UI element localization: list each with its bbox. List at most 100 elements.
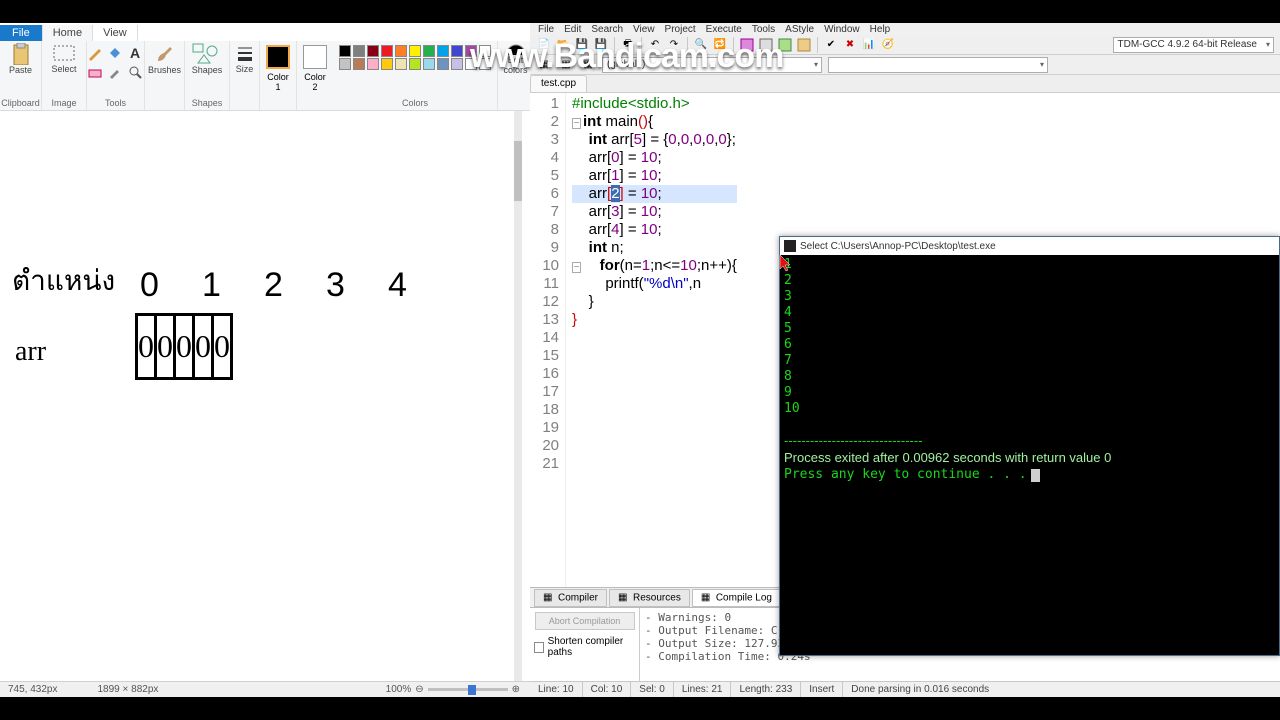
array-indices: 01234 [140,266,418,305]
scope-select[interactable]: (globals) [602,57,822,73]
color-swatch[interactable] [395,58,407,70]
color1-button[interactable]: Color 1 [266,43,290,92]
profile-icon[interactable]: 📊 [861,37,877,53]
open-icon[interactable]: 📂 [555,37,571,53]
zoom-in-icon[interactable]: ⊕ [512,684,520,695]
edit-colors-button[interactable]: Edit colors [500,43,532,75]
color2-button[interactable]: Color 2 [303,43,327,92]
color-swatch[interactable] [367,58,379,70]
tab-home[interactable]: Home [43,25,93,41]
zoom-control[interactable]: 100% ⊖ ⊕ [386,684,520,695]
color-swatch[interactable] [423,45,435,57]
menu-execute[interactable]: Execute [706,24,742,35]
brushes-button[interactable]: Brushes [149,43,181,75]
color-swatch[interactable] [395,45,407,57]
stop-icon[interactable]: ✖ [842,37,858,53]
brushes-label: Brushes [148,65,181,75]
group-colors-label: Colors [402,98,428,110]
svg-text:A: A [130,45,140,61]
color-swatch[interactable] [339,45,351,57]
debug-icon[interactable]: ✔ [823,37,839,53]
output-tab-resources[interactable]: ▦Resources [609,589,690,607]
menu-view[interactable]: View [633,24,655,35]
undo-icon[interactable]: ↶ [647,37,663,53]
color-swatch[interactable] [367,45,379,57]
color-swatch[interactable] [409,45,421,57]
color-swatch[interactable] [479,45,491,57]
toolbar-scope: ▦ ▦ ▦ (globals) [530,55,1280,75]
shapes-button[interactable]: Shapes [191,43,223,75]
tab-view[interactable]: View [93,25,138,41]
console-output: 1 2 3 4 5 6 7 8 9 10 -------------------… [780,255,1279,485]
color-swatch[interactable] [423,58,435,70]
color-swatch[interactable] [353,58,365,70]
menu-tools[interactable]: Tools [752,24,775,35]
group-tools-label: Tools [105,98,126,110]
paste-button[interactable]: Paste [5,43,37,75]
print-icon[interactable]: 🖶 [620,37,636,53]
menu-window[interactable]: Window [824,24,860,35]
color-swatch[interactable] [451,58,463,70]
select-button[interactable]: Select [48,43,80,75]
rebuild-icon[interactable] [796,37,812,53]
tab-file[interactable]: File [0,25,43,41]
shorten-paths-checkbox[interactable]: Shorten compiler paths [534,636,635,658]
menu-file[interactable]: File [538,24,554,35]
run-icon[interactable] [758,37,774,53]
color-swatch[interactable] [353,45,365,57]
output-tab-compile-log[interactable]: ▦Compile Log [692,589,781,607]
toggle3-icon[interactable]: ▦ [580,57,596,73]
function-select[interactable] [828,57,1048,73]
color-swatch[interactable] [465,58,477,70]
menu-help[interactable]: Help [870,24,891,35]
devcpp-statusbar: Line: 10 Col: 10 Sel: 0 Lines: 21 Length… [530,681,1280,697]
save-icon[interactable]: 💾 [574,37,590,53]
replace-icon[interactable]: 🔁 [712,37,728,53]
new-icon[interactable]: 📄 [536,37,552,53]
color-swatch[interactable] [381,58,393,70]
toolbar-main: 📄 📂 💾 💾 🖶 ↶ ↷ 🔍 🔁 ✔ ✖ 📊 🧭 TDM-GCC 4.9.2 … [530,35,1280,55]
group-clipboard-label: Clipboard [1,98,40,110]
toggle1-icon[interactable]: ▦ [536,57,552,73]
eraser-icon[interactable] [87,64,105,82]
tab-testcpp[interactable]: test.cpp [530,75,587,92]
redo-icon[interactable]: ↷ [666,37,682,53]
console-icon [784,240,796,252]
menu-project[interactable]: Project [665,24,696,35]
color-swatch[interactable] [339,58,351,70]
paint-canvas[interactable]: ตำแหน่ง arr 01234 00000 [0,111,522,681]
hand-label-arr: arr [15,336,46,368]
zoom-out-icon[interactable]: ⊖ [415,684,423,695]
text-icon[interactable]: A [127,45,145,63]
menu-search[interactable]: Search [591,24,623,35]
picker-icon[interactable] [107,64,125,82]
compile-run-icon[interactable] [777,37,793,53]
color-swatch[interactable] [465,45,477,57]
color-swatches-row2 [339,58,491,70]
pencil-icon[interactable] [87,45,105,63]
console-titlebar[interactable]: Select C:\Users\Annop-PC\Desktop\test.ex… [780,237,1279,255]
abort-button[interactable]: Abort Compilation [535,612,635,630]
color-swatch[interactable] [451,45,463,57]
status-col: Col: 10 [583,682,632,697]
find-icon[interactable]: 🔍 [693,37,709,53]
compiler-select[interactable]: TDM-GCC 4.9.2 64-bit Release [1113,37,1275,53]
compile-icon[interactable] [739,37,755,53]
fill-icon[interactable] [107,45,125,63]
size-button[interactable]: Size [229,43,261,75]
vertical-scrollbar[interactable] [514,111,522,681]
status-insert: Insert [801,682,843,697]
saveall-icon[interactable]: 💾 [593,37,609,53]
zoom-icon[interactable] [127,64,145,82]
menu-astyle[interactable]: AStyle [785,24,814,35]
menu-edit[interactable]: Edit [564,24,581,35]
color-swatch[interactable] [437,45,449,57]
toggle2-icon[interactable]: ▦ [558,57,574,73]
color-swatch[interactable] [381,45,393,57]
color-swatch[interactable] [479,58,491,70]
color-swatch[interactable] [409,58,421,70]
console-window[interactable]: Select C:\Users\Annop-PC\Desktop\test.ex… [779,236,1280,656]
color-swatch[interactable] [437,58,449,70]
goto-icon[interactable]: 🧭 [880,37,896,53]
output-tab-compiler[interactable]: ▦Compiler [534,589,607,607]
